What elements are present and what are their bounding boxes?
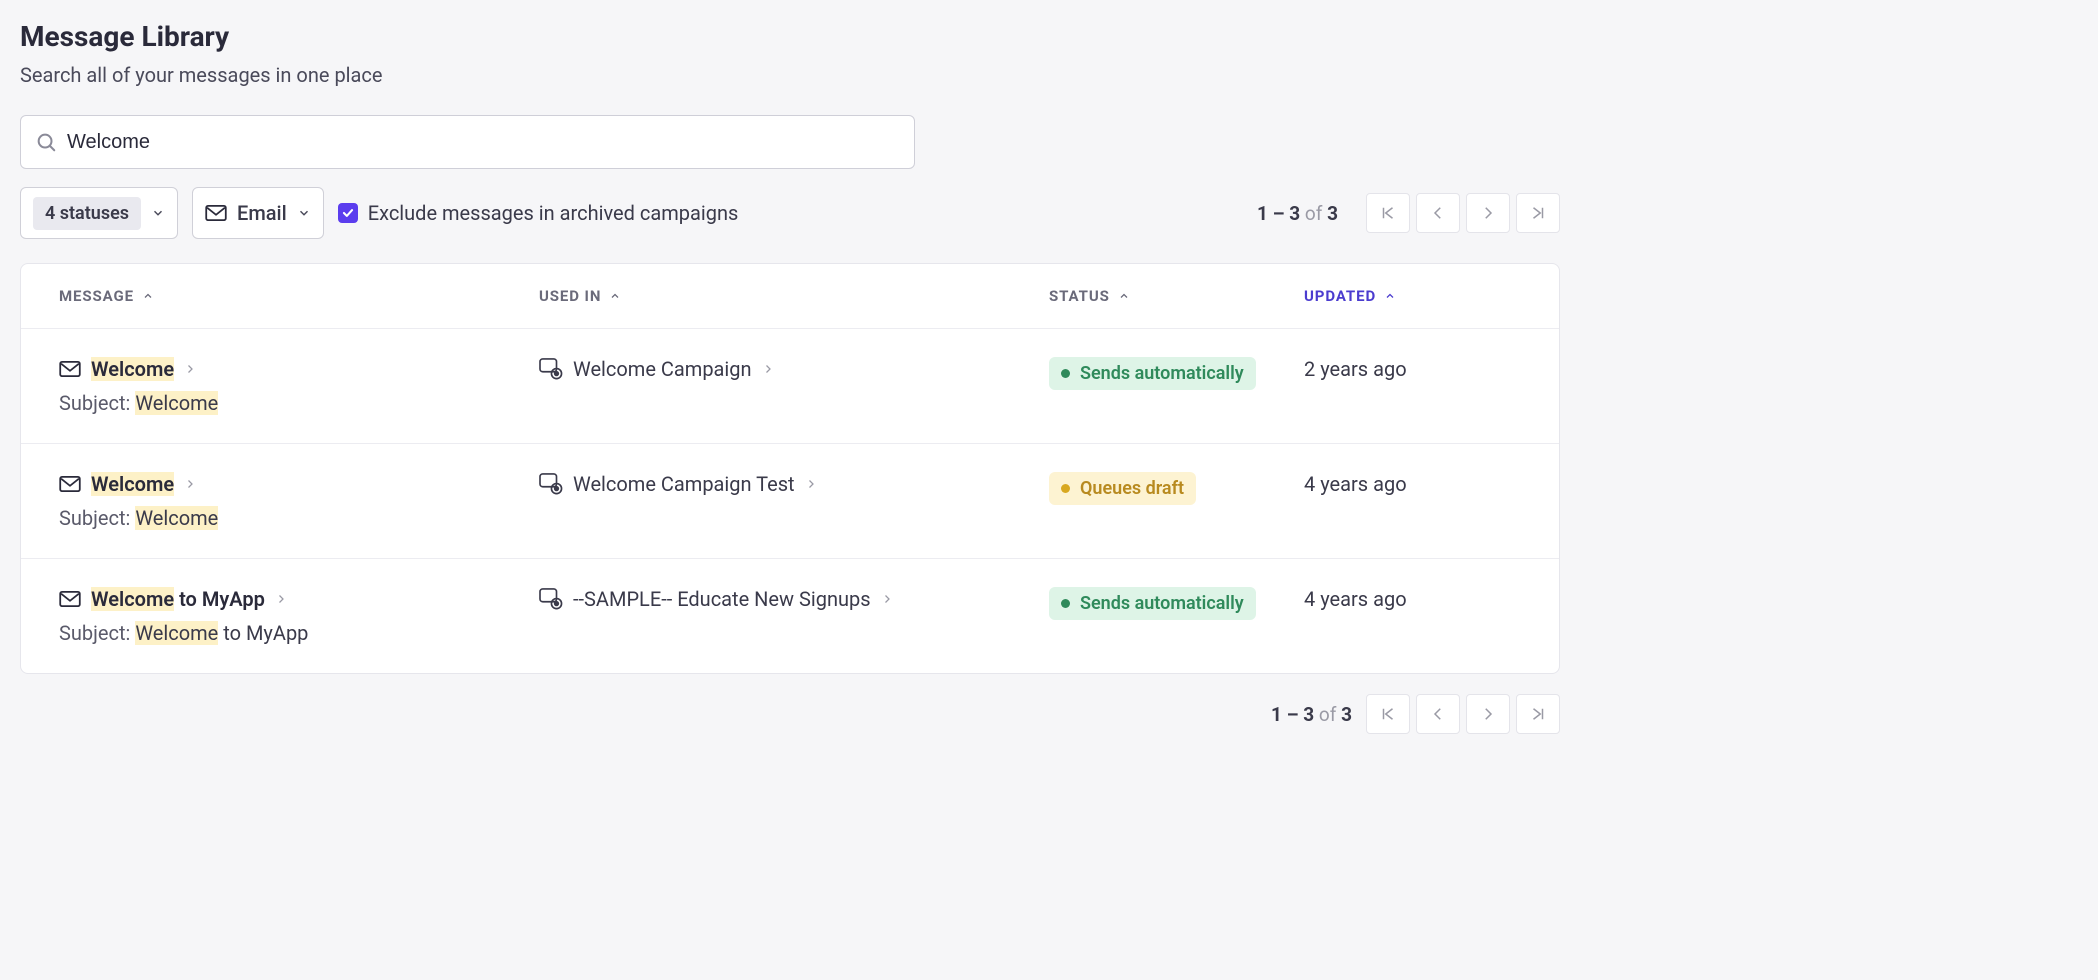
mail-icon — [59, 591, 81, 607]
subject-rest: to MyApp — [218, 621, 308, 645]
page-last-button[interactable] — [1516, 694, 1560, 734]
used-in-cell[interactable]: Welcome Campaign Test — [539, 472, 1049, 496]
status-badge: Sends automatically — [1049, 587, 1256, 620]
page-next-button[interactable] — [1466, 694, 1510, 734]
table-row[interactable]: Welcome to MyApp Subject: Welcome to MyAp… — [21, 558, 1559, 673]
chevron-right-icon — [762, 363, 774, 375]
subject-label: Subject: — [59, 506, 130, 530]
status-text: Sends automatically — [1080, 363, 1244, 384]
page-prev-button[interactable] — [1416, 193, 1460, 233]
used-in-text: Welcome Campaign Test — [573, 472, 795, 496]
channel-filter[interactable]: Email — [192, 187, 324, 239]
status-cell: Queues draft — [1049, 472, 1304, 505]
chevron-right-icon — [184, 363, 196, 375]
status-dot-icon — [1061, 599, 1070, 608]
status-cell: Sends automatically — [1049, 587, 1304, 620]
status-text: Sends automatically — [1080, 593, 1244, 614]
chevron-down-icon — [297, 206, 311, 220]
chevron-right-icon — [184, 478, 196, 490]
status-text: Queues draft — [1080, 478, 1184, 499]
table-row[interactable]: WelcomeSubject: WelcomeWelcome CampaignS… — [21, 328, 1559, 443]
pagination-indicator-top: 1 – 3 of 3 — [1257, 202, 1338, 225]
used-in-text: Welcome Campaign — [573, 357, 752, 381]
messages-table: MESSAGE USED IN STATUS UPDATED WelcomeSu… — [20, 263, 1560, 674]
search-icon — [35, 131, 57, 153]
status-badge: Queues draft — [1049, 472, 1196, 505]
status-filter-chip: 4 statuses — [33, 197, 141, 230]
message-title-highlight: Welcome — [91, 472, 174, 496]
checkbox-checked-icon — [338, 203, 358, 223]
page-subtitle: Search all of your messages in one place — [20, 63, 1560, 87]
status-badge: Sends automatically — [1049, 357, 1256, 390]
status-cell: Sends automatically — [1049, 357, 1304, 390]
status-filter[interactable]: 4 statuses — [20, 187, 178, 239]
message-cell[interactable]: WelcomeSubject: Welcome — [59, 357, 539, 415]
message-cell[interactable]: WelcomeSubject: Welcome — [59, 472, 539, 530]
campaign-icon — [539, 588, 563, 610]
used-in-text: --SAMPLE-- Educate New Signups — [573, 587, 871, 611]
chevron-right-icon — [805, 478, 817, 490]
page-first-button[interactable] — [1366, 193, 1410, 233]
sort-asc-icon — [1118, 290, 1130, 302]
mail-icon — [205, 205, 227, 221]
campaign-icon — [539, 358, 563, 380]
status-dot-icon — [1061, 369, 1070, 378]
subject-highlight: Welcome — [135, 506, 218, 530]
sort-asc-icon — [609, 290, 621, 302]
status-dot-icon — [1061, 484, 1070, 493]
mail-icon — [59, 476, 81, 492]
exclude-archived-label: Exclude messages in archived campaigns — [368, 201, 739, 225]
col-used-in[interactable]: USED IN — [539, 287, 1049, 305]
subject-highlight: Welcome — [135, 621, 218, 645]
sort-asc-icon — [1384, 290, 1396, 302]
page-next-button[interactable] — [1466, 193, 1510, 233]
col-message[interactable]: MESSAGE — [59, 287, 539, 305]
page-first-button[interactable] — [1366, 694, 1410, 734]
chevron-down-icon — [151, 206, 165, 220]
subject-label: Subject: — [59, 391, 130, 415]
message-title-highlight: Welcome — [91, 587, 174, 611]
channel-filter-label: Email — [237, 201, 287, 225]
chevron-right-icon — [881, 593, 893, 605]
message-title-rest: to MyApp — [174, 587, 265, 611]
updated-cell: 4 years ago — [1304, 587, 1521, 611]
table-row[interactable]: WelcomeSubject: WelcomeWelcome Campaign … — [21, 443, 1559, 558]
col-status[interactable]: STATUS — [1049, 287, 1304, 305]
used-in-cell[interactable]: --SAMPLE-- Educate New Signups — [539, 587, 1049, 611]
subject-highlight: Welcome — [135, 391, 218, 415]
used-in-cell[interactable]: Welcome Campaign — [539, 357, 1049, 381]
campaign-icon — [539, 473, 563, 495]
search-box[interactable] — [20, 115, 915, 169]
pagination-indicator-bottom: 1 – 3 of 3 — [1271, 703, 1352, 726]
chevron-right-icon — [275, 593, 287, 605]
updated-cell: 4 years ago — [1304, 472, 1521, 496]
updated-cell: 2 years ago — [1304, 357, 1521, 381]
page-prev-button[interactable] — [1416, 694, 1460, 734]
table-header: MESSAGE USED IN STATUS UPDATED — [21, 264, 1559, 328]
message-title-highlight: Welcome — [91, 357, 174, 381]
message-cell[interactable]: Welcome to MyApp Subject: Welcome to MyAp… — [59, 587, 539, 645]
subject-label: Subject: — [59, 621, 130, 645]
page-title: Message Library — [20, 20, 1560, 53]
col-updated[interactable]: UPDATED — [1304, 287, 1521, 305]
sort-asc-icon — [142, 290, 154, 302]
exclude-archived-checkbox[interactable]: Exclude messages in archived campaigns — [338, 201, 739, 225]
mail-icon — [59, 361, 81, 377]
page-last-button[interactable] — [1516, 193, 1560, 233]
search-input[interactable] — [67, 131, 900, 154]
